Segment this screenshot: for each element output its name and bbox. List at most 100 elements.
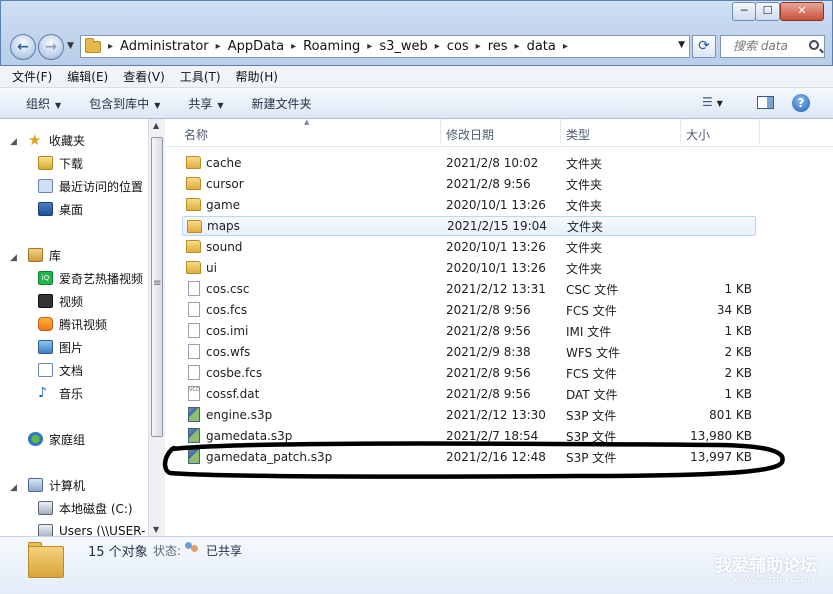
breadcrumb-appdata[interactable]: AppData — [228, 39, 284, 54]
file-type: S3P 文件 — [566, 450, 617, 465]
nav-iqiyi[interactable]: iQ 爱奇艺热播视频 — [38, 269, 143, 287]
search-icon[interactable] — [809, 40, 819, 50]
file-row[interactable]: gamedata.s3p 2021/2/7 18:54 S3P 文件 13,980 K… — [182, 426, 756, 446]
nav-scrollbar[interactable]: ▲ ▼ — [148, 119, 165, 536]
nav-libraries[interactable]: 库 — [28, 246, 61, 264]
nav-downloads[interactable]: 下载 — [38, 154, 83, 172]
breadcrumb-res[interactable]: res — [488, 39, 508, 54]
video-icon — [38, 294, 53, 308]
column-date[interactable]: 修改日期 — [446, 126, 494, 143]
refresh-icon: ⟳ — [698, 38, 710, 54]
breadcrumb-cos[interactable]: cos — [447, 39, 469, 54]
file-row[interactable]: maps 2021/2/15 19:04 文件夹 — [182, 216, 756, 236]
disk-icon — [38, 501, 53, 515]
folder-icon — [85, 37, 101, 53]
forward-button[interactable]: → — [38, 34, 64, 60]
chevron-right-icon[interactable]: ▸ — [291, 41, 296, 52]
column-divider[interactable] — [680, 119, 681, 145]
chevron-right-icon[interactable]: ▸ — [563, 41, 568, 52]
chevron-right-icon[interactable]: ▸ — [108, 41, 113, 52]
view-options-button[interactable]: ☰ ▼ — [702, 95, 723, 109]
nav-pictures[interactable]: 图片 — [38, 338, 83, 356]
file-row[interactable]: cache 2021/2/8 10:02 文件夹 — [182, 153, 756, 173]
column-type[interactable]: 类型 — [566, 126, 590, 143]
nav-desktop[interactable]: 桌面 — [38, 200, 83, 218]
file-row[interactable]: cos.csc 2021/2/12 13:31 CSC 文件 1 KB — [182, 279, 756, 299]
nav-users-share[interactable]: Users (\\USER- — [38, 522, 145, 536]
include-library-label: 包含到库中 — [89, 96, 150, 111]
file-date: 2021/2/8 9:56 — [446, 366, 531, 380]
nav-recent[interactable]: 最近访问的位置 — [38, 177, 143, 195]
nav-documents[interactable]: 文档 — [38, 361, 83, 379]
file-row[interactable]: cosbe.fcs 2021/2/8 9:56 FCS 文件 2 KB — [182, 363, 756, 383]
nav-tencent-video-label: 腾讯视频 — [59, 317, 108, 332]
menu-file[interactable]: 文件(F) — [12, 68, 52, 85]
chevron-right-icon[interactable]: ▸ — [435, 41, 440, 52]
nav-local-disk[interactable]: 本地磁盘 (C:) — [38, 499, 133, 517]
menu-help[interactable]: 帮助(H) — [236, 68, 278, 85]
collapse-arrow-icon[interactable]: ◢ — [10, 483, 17, 493]
organize-button[interactable]: 组织 ▼ — [26, 95, 61, 112]
file-row[interactable]: VCD cossf.dat 2021/2/8 9:56 DAT 文件 1 KB — [182, 384, 756, 404]
nav-tencent-video[interactable]: 腾讯视频 — [38, 315, 107, 333]
nav-homegroup[interactable]: 家庭组 — [28, 430, 85, 448]
chevron-right-icon[interactable]: ▸ — [367, 41, 372, 52]
new-folder-button[interactable]: 新建文件夹 — [252, 95, 312, 112]
file-row[interactable]: gamedata_patch.s3p 2021/2/16 12:48 S3P 文件 1… — [182, 447, 756, 467]
search-input[interactable]: 搜索 data — [720, 35, 825, 58]
file-size: 13,980 KB — [690, 429, 752, 443]
scroll-up-icon[interactable]: ▲ — [153, 121, 159, 130]
menu-edit[interactable]: 编辑(E) — [67, 68, 108, 85]
organize-label: 组织 — [26, 96, 51, 111]
help-button[interactable]: ? — [792, 94, 810, 112]
breadcrumb-administrator[interactable]: Administrator — [120, 39, 209, 54]
column-name[interactable]: 名称 — [184, 126, 208, 143]
file-row[interactable]: cursor 2021/2/8 9:56 文件夹 — [182, 174, 756, 194]
file-row[interactable]: game 2020/10/1 13:26 文件夹 — [182, 195, 756, 215]
menu-tools[interactable]: 工具(T) — [180, 68, 221, 85]
chevron-right-icon[interactable]: ▸ — [216, 41, 221, 52]
breadcrumb-roaming[interactable]: Roaming — [303, 39, 360, 54]
chevron-right-icon[interactable]: ▸ — [515, 41, 520, 52]
preview-pane-button[interactable] — [757, 96, 774, 109]
file-name: maps — [207, 219, 240, 233]
recent-places-icon — [38, 179, 53, 193]
breadcrumb-data[interactable]: data — [527, 39, 556, 54]
file-row[interactable]: cos.wfs 2021/2/9 8:38 WFS 文件 2 KB — [182, 342, 756, 362]
column-divider[interactable] — [759, 119, 760, 145]
close-button[interactable]: ✕ — [780, 2, 824, 21]
file-size: 2 KB — [724, 366, 752, 380]
scrollbar-thumb[interactable] — [151, 137, 163, 437]
state-label: 状态: — [153, 544, 182, 558]
file-row[interactable]: cos.fcs 2021/2/8 9:56 FCS 文件 34 KB — [182, 300, 756, 320]
chevron-right-icon[interactable]: ▸ — [476, 41, 481, 52]
share-button[interactable]: 共享 ▼ — [188, 95, 223, 112]
breadcrumb-s3-web[interactable]: s3_web — [379, 39, 427, 54]
column-divider[interactable] — [440, 119, 441, 145]
file-row[interactable]: engine.s3p 2021/2/12 13:30 S3P 文件 801 KB — [182, 405, 756, 425]
maximize-button[interactable]: ☐ — [755, 2, 780, 21]
nav-favorites[interactable]: ★ 收藏夹 — [28, 131, 85, 149]
file-row[interactable]: ui 2020/10/1 13:26 文件夹 — [182, 258, 756, 278]
refresh-button[interactable]: ⟳ — [692, 35, 716, 58]
watermark-logo: 我爱辅助论坛 — [715, 556, 817, 576]
collapse-arrow-icon[interactable]: ◢ — [10, 253, 17, 263]
address-bar[interactable]: ▸ Administrator ▸ AppData ▸ Roaming ▸ s3… — [80, 35, 690, 58]
collapse-arrow-icon[interactable]: ◢ — [10, 137, 17, 147]
column-size[interactable]: 大小 — [686, 126, 710, 143]
minimize-button[interactable]: ─ — [732, 2, 756, 21]
include-library-button[interactable]: 包含到库中 ▼ — [89, 95, 160, 112]
file-row[interactable]: sound 2020/10/1 13:26 文件夹 — [182, 237, 756, 257]
back-button[interactable]: ← — [10, 34, 36, 60]
title-bar: ─ ☐ ✕ ← → ▼ ▸ Administrator ▸ AppData ▸ … — [0, 0, 833, 66]
nav-videos[interactable]: 视频 — [38, 292, 83, 310]
nav-music[interactable]: ♪ 音乐 — [38, 384, 83, 402]
menu-view[interactable]: 查看(V) — [123, 68, 165, 85]
folder-icon — [186, 156, 201, 169]
column-divider[interactable] — [560, 119, 561, 145]
scroll-down-icon[interactable]: ▼ — [153, 525, 159, 534]
history-dropdown-icon[interactable]: ▼ — [67, 41, 74, 51]
address-dropdown-icon[interactable]: ▼ — [678, 40, 685, 50]
file-row[interactable]: cos.imi 2021/2/8 9:56 IMI 文件 1 KB — [182, 321, 756, 341]
nav-computer[interactable]: 计算机 — [28, 476, 85, 494]
